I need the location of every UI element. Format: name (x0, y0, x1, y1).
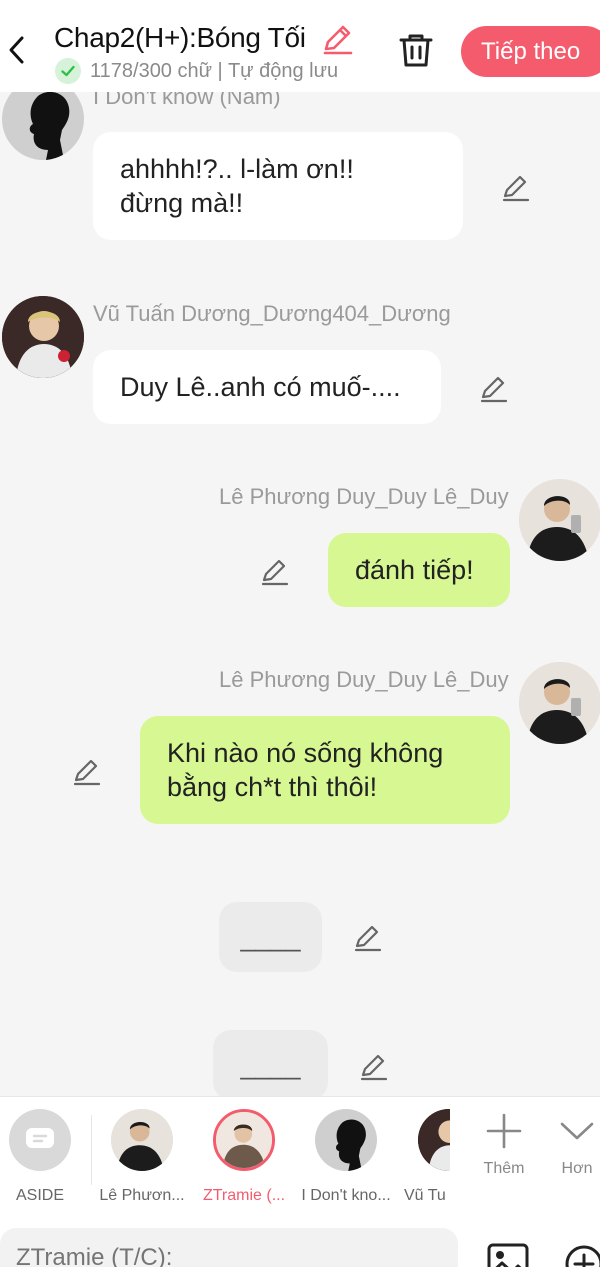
character-vu-tuan-duong[interactable]: Vũ Tu (398, 1109, 450, 1205)
message-input[interactable] (0, 1228, 458, 1267)
insert-image-button[interactable] (486, 1242, 530, 1267)
chapter-title: Chap2(H+):Bóng Tối (54, 22, 306, 53)
avatar (213, 1109, 275, 1171)
add-button[interactable] (564, 1244, 600, 1267)
avatar (315, 1109, 377, 1171)
avatar-vu-tuan-duong[interactable] (2, 296, 84, 378)
aside-bubble[interactable]: ____ (219, 902, 322, 972)
chat-bubble-icon (9, 1109, 71, 1171)
message-sender-name: Vũ Tuấn Dương_Dương404_Dương (93, 301, 451, 326)
edit-message-button[interactable] (358, 1050, 390, 1082)
edit-message-button[interactable] (478, 372, 510, 404)
trash-icon (399, 34, 433, 67)
character-ztramie[interactable]: ZTramie (... (194, 1109, 294, 1205)
image-icon (487, 1243, 529, 1267)
character-le-phuong-duy[interactable]: Lê Phươn... (92, 1109, 192, 1205)
edit-message-button[interactable] (259, 555, 291, 587)
delete-button[interactable] (396, 30, 436, 70)
next-button[interactable]: Tiếp theo (461, 26, 600, 77)
message-sender-name: Lê Phương Duy_Duy Lê_Duy (219, 484, 509, 509)
character-label: I Don't kno... (301, 1187, 391, 1204)
add-character-button[interactable]: Thêm (474, 1111, 534, 1178)
more-button[interactable]: Hơn (547, 1111, 600, 1178)
more-label: Hơn (561, 1160, 593, 1177)
message-bubble[interactable]: ahhhh!?.. l-làm ơn!! đừng mà!! (93, 132, 463, 240)
chevron-left-icon (9, 36, 24, 64)
avatar-le-phuong-duy[interactable] (519, 662, 600, 744)
character-label: Lê Phươn... (99, 1187, 185, 1204)
avatar (418, 1109, 450, 1171)
avatar-le-phuong-duy[interactable] (519, 479, 600, 561)
add-label: Thêm (483, 1160, 525, 1177)
plus-circle-icon (565, 1245, 600, 1267)
pencil-icon (354, 925, 382, 952)
character-label: ZTramie (... (202, 1187, 286, 1204)
aside-bubble[interactable]: ____ (213, 1030, 328, 1100)
pencil-icon (502, 175, 530, 202)
avatar (111, 1109, 173, 1171)
message-bubble[interactable]: Duy Lê..anh có muố-.... (93, 350, 441, 424)
edit-message-button[interactable] (352, 921, 384, 953)
message-bubble[interactable]: đánh tiếp! (328, 533, 510, 607)
edit-title-button[interactable] (320, 22, 354, 56)
chevron-down-icon (560, 1122, 594, 1140)
top-bar: Chap2(H+):Bóng Tối 1178/300 chữ | Tự độn… (0, 0, 600, 92)
character-aside[interactable]: ASIDE (0, 1109, 90, 1205)
compose-bar (0, 1214, 600, 1267)
pencil-icon (261, 559, 289, 586)
character-selector-bar: ASIDE Lê Phươn... ZTramie (... I Don't k… (0, 1096, 600, 1214)
check-icon (55, 58, 81, 84)
edit-message-button[interactable] (500, 171, 532, 203)
word-count-status: 1178/300 chữ | Tự động lưu (90, 60, 339, 82)
app: Chap2(H+):Bóng Tối 1178/300 chữ | Tự độn… (0, 0, 600, 1267)
pencil-icon (360, 1054, 388, 1081)
pencil-icon (73, 759, 101, 786)
character-i-dont-know[interactable]: I Don't kno... (296, 1109, 396, 1205)
message-sender-name: Lê Phương Duy_Duy Lê_Duy (219, 667, 509, 692)
back-button[interactable] (4, 32, 28, 68)
character-label: Vũ Tu (404, 1187, 446, 1204)
character-label: ASIDE (15, 1187, 64, 1204)
pencil-icon (323, 25, 353, 55)
message-bubble[interactable]: Khi nào nó sống không bằng ch*t thì thôi… (140, 716, 510, 824)
plus-icon (486, 1113, 522, 1149)
edit-message-button[interactable] (71, 755, 103, 787)
pencil-icon (480, 376, 508, 403)
